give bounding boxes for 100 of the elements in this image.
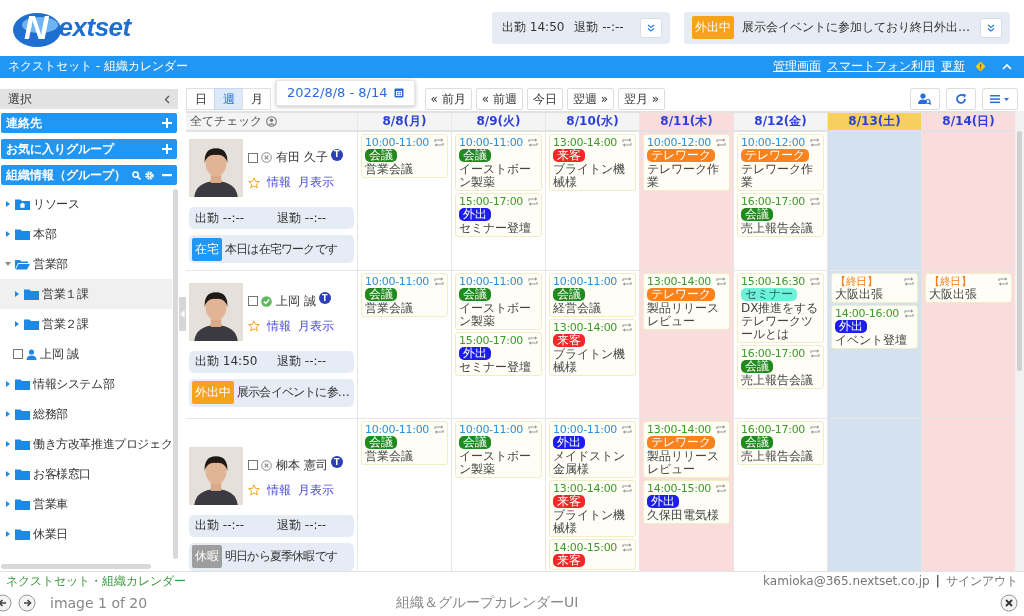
event-card[interactable]: 15:00-17:00 外出 セミナー登壇 — [455, 332, 542, 377]
view-tab[interactable]: 月 — [242, 88, 271, 111]
tree-item[interactable]: 営業１課 — [0, 279, 172, 310]
user-search-button[interactable] — [910, 88, 940, 111]
scrollbar[interactable] — [173, 189, 178, 560]
star-icon[interactable] — [248, 484, 260, 497]
event-card[interactable]: 13:00-14:00 テレワーク 製品リリースレビュー — [643, 273, 730, 331]
caret-right-icon[interactable] — [13, 290, 21, 299]
scrollbar[interactable] — [1015, 111, 1024, 572]
tree-item[interactable]: 休業日 — [0, 519, 172, 550]
event-card[interactable]: 15:00-17:00 外出 セミナー登壇 — [455, 193, 542, 238]
event-card[interactable]: 10:00-11:00 会議 営業会議 — [361, 421, 448, 466]
tree-item[interactable]: リソース — [0, 189, 172, 220]
star-icon[interactable] — [248, 176, 260, 189]
caret-right-icon[interactable] — [4, 200, 12, 209]
nav-button[interactable]: 今日 — [526, 88, 563, 111]
caret-right-icon[interactable] — [4, 470, 12, 479]
tree-item[interactable]: 営業２課 — [0, 309, 172, 340]
event-card[interactable]: 14:00-15:00 来客 — [549, 539, 636, 571]
nav-button[interactable]: « 前月 — [424, 88, 472, 111]
event-card[interactable]: 15:00-16:30 セミナー DX推進をするテレワークツールとは — [737, 273, 824, 344]
person-link[interactable]: 情報 — [267, 317, 291, 335]
event-card[interactable]: 16:00-17:00 会議 売上報告会議 — [737, 345, 824, 390]
caret-right-icon[interactable] — [4, 380, 12, 389]
checkbox[interactable] — [248, 152, 258, 163]
previous-button[interactable] — [0, 594, 12, 613]
plus-icon[interactable] — [162, 118, 172, 129]
menu-button[interactable] — [982, 88, 1018, 111]
check-all-button[interactable]: 全てチェック — [186, 113, 357, 133]
person-link[interactable]: 月表示 — [298, 174, 334, 192]
plus-icon[interactable] — [162, 144, 172, 155]
caret-right-icon[interactable] — [4, 230, 12, 239]
star-icon[interactable] — [248, 320, 260, 333]
event-card[interactable]: 10:00-11:00 会議 イーストボーン製薬 — [455, 421, 542, 479]
collapse-handle[interactable] — [178, 297, 186, 332]
nav-button[interactable]: 翌月 » — [618, 88, 666, 111]
nav-button[interactable]: 翌週 » — [566, 88, 614, 111]
event-card[interactable]: 13:00-14:00 来客 ブライトン機械様 — [549, 319, 636, 377]
event-card[interactable]: 【終日】 大阪出張 — [831, 273, 918, 304]
event-card[interactable]: 13:00-14:00 来客 ブライトン機械様 — [549, 134, 636, 192]
event-card[interactable]: 16:00-17:00 会議 売上報告会議 — [737, 421, 824, 466]
repeat-icon — [622, 543, 632, 553]
nav-button[interactable]: « 前週 — [475, 88, 523, 111]
event-card[interactable]: 10:00-11:00 会議 営業会議 — [361, 134, 448, 179]
search-icon[interactable] — [132, 170, 141, 180]
tree-item[interactable]: お客様窓口 — [0, 459, 172, 490]
caret-right-icon[interactable] — [4, 530, 12, 539]
event-card[interactable]: 10:00-11:00 外出 メイドストン金属様 — [549, 421, 636, 479]
caret-right-icon[interactable] — [4, 440, 12, 449]
separator: | — [935, 574, 940, 589]
scrollbar[interactable] — [1, 564, 151, 570]
event-card[interactable]: 14:00-15:00 外出 久保田電気様 — [643, 480, 730, 525]
event-tag: 外出 — [647, 495, 679, 509]
sidebar-toggle[interactable]: 選択 — [0, 89, 178, 110]
checkbox[interactable] — [248, 460, 258, 471]
checkbox[interactable] — [13, 349, 23, 360]
tree-item[interactable]: 営業車 — [0, 489, 172, 520]
caret-right-icon[interactable] — [4, 500, 12, 509]
tree-item[interactable]: 営業部 — [0, 249, 172, 280]
settings-icon[interactable] — [145, 170, 154, 180]
event-card[interactable]: 14:00-16:00 外出 イベント登壇 — [831, 305, 918, 350]
caret-right-icon[interactable] — [13, 320, 21, 329]
tree-item[interactable]: 総務部 — [0, 399, 172, 430]
person-link[interactable]: 情報 — [267, 174, 291, 192]
tree-item[interactable]: 上岡 誠 — [0, 339, 172, 370]
event-card[interactable]: 10:00-11:00 会議 経営会議 — [549, 273, 636, 318]
next-button[interactable] — [18, 594, 36, 613]
event-card[interactable]: 13:00-14:00 来客 ブライトン機械様 — [549, 480, 636, 538]
caret-right-icon[interactable] — [4, 410, 12, 419]
sign-out-link[interactable]: サインアウト — [946, 572, 1018, 590]
tree-item[interactable]: 働き方改革推進プロジェク — [0, 429, 172, 460]
person-link[interactable]: 情報 — [267, 481, 291, 499]
tree-item[interactable]: 本部 — [0, 219, 172, 250]
person-link[interactable]: 月表示 — [298, 481, 334, 499]
expand-button[interactable] — [980, 17, 1002, 38]
close-button[interactable] — [1000, 594, 1018, 613]
event-card[interactable]: 10:00-11:00 会議 イーストボーン製薬 — [455, 134, 542, 192]
event-tag: 会議 — [553, 288, 585, 302]
event-card[interactable]: 16:00-17:00 会議 売上報告会議 — [737, 193, 824, 238]
event-card[interactable]: 【終日】 大阪出張 — [925, 273, 1012, 304]
view-tab[interactable]: 週 — [214, 88, 243, 111]
clock-in: 出勤 14:50 — [195, 353, 259, 371]
date-range-button[interactable]: 2022/8/8 - 8/14 — [276, 79, 415, 106]
expand-button[interactable] — [640, 17, 662, 38]
footer-title: ネクストセット・組織カレンダー — [6, 572, 186, 590]
event-card[interactable]: 10:00-12:00 テレワーク テレワーク作業 — [643, 134, 730, 192]
event-card[interactable]: 10:00-11:00 会議 営業会議 — [361, 273, 448, 318]
refresh-button[interactable] — [946, 88, 976, 111]
event-tag: 会議 — [741, 208, 773, 222]
event-time: 13:00-14:00 — [553, 321, 618, 335]
event-card[interactable]: 10:00-12:00 テレワーク テレワーク作業 — [737, 134, 824, 192]
checkbox[interactable] — [248, 296, 258, 307]
event-card[interactable]: 13:00-14:00 テレワーク 製品リリースレビュー — [643, 421, 730, 479]
event-card[interactable]: 10:00-11:00 会議 イーストボーン製薬 — [455, 273, 542, 331]
collapse-icon[interactable] — [1002, 62, 1012, 71]
event-time: 16:00-17:00 — [741, 347, 806, 361]
person-link[interactable]: 月表示 — [298, 317, 334, 335]
view-tab[interactable]: 日 — [186, 88, 215, 111]
tree-item[interactable]: 情報システム部 — [0, 369, 172, 400]
minus-icon[interactable] — [162, 173, 172, 177]
